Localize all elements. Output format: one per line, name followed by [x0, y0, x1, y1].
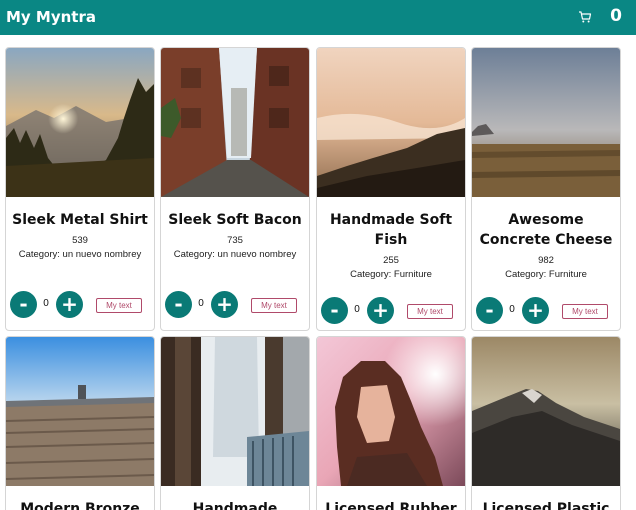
product-price: 982 — [538, 255, 554, 266]
product-grid: Sleek Metal Shirt 539 Category: un nuevo… — [5, 47, 625, 510]
product-category: Category: un nuevo nombrey — [173, 249, 297, 260]
quantity-stepper: - 0 + My text — [8, 291, 154, 321]
quantity-value: 0 — [198, 298, 204, 309]
product-price: 539 — [72, 235, 88, 246]
increment-button[interactable]: + — [522, 297, 549, 324]
my-text-button[interactable]: My text — [562, 304, 608, 319]
product-title[interactable]: Handmade Soft Fish — [321, 210, 461, 250]
product-card[interactable]: Handmade Soft Fish 255 Category: Furnitu… — [316, 47, 466, 331]
quantity-value: 0 — [509, 304, 515, 315]
product-card[interactable]: Awesome Concrete Cheese 982 Category: Fu… — [471, 47, 621, 331]
quantity-stepper: - 0 + My text — [163, 291, 309, 321]
product-card[interactable]: Handmade — [160, 336, 310, 510]
cart-icon[interactable] — [578, 10, 592, 24]
product-title[interactable]: Awesome Concrete Cheese — [476, 210, 616, 250]
product-card[interactable]: Modern Bronze — [5, 336, 155, 510]
product-image[interactable] — [472, 48, 620, 197]
product-price: 735 — [227, 235, 243, 246]
product-title[interactable]: Sleek Soft Bacon — [165, 210, 305, 230]
product-card[interactable]: Licensed Plastic — [471, 336, 621, 510]
product-image[interactable] — [317, 48, 465, 197]
quantity-stepper: - 0 + My text — [474, 297, 620, 327]
product-card[interactable]: Licensed Rubber — [316, 336, 466, 510]
product-title[interactable]: Licensed Rubber — [321, 499, 461, 510]
product-title[interactable]: Modern Bronze — [10, 499, 150, 510]
increment-button[interactable]: + — [211, 291, 238, 318]
increment-button[interactable]: + — [56, 291, 83, 318]
product-category: Category: un nuevo nombrey — [18, 249, 142, 260]
product-image[interactable] — [317, 337, 465, 486]
product-category: Category: Furniture — [350, 269, 432, 280]
increment-button[interactable]: + — [367, 297, 394, 324]
decrement-button[interactable]: - — [321, 297, 348, 324]
quantity-stepper: - 0 + My text — [319, 297, 465, 327]
product-image[interactable] — [161, 337, 309, 486]
decrement-button[interactable]: - — [476, 297, 503, 324]
decrement-button[interactable]: - — [165, 291, 192, 318]
product-price: 255 — [383, 255, 399, 266]
quantity-value: 0 — [43, 298, 49, 309]
product-image[interactable] — [6, 48, 154, 197]
product-title[interactable]: Sleek Metal Shirt — [10, 210, 150, 230]
my-text-button[interactable]: My text — [407, 304, 453, 319]
product-card[interactable]: Sleek Soft Bacon 735 Category: un nuevo … — [160, 47, 310, 331]
product-title[interactable]: Licensed Plastic — [476, 499, 616, 510]
product-image[interactable] — [161, 48, 309, 197]
my-text-button[interactable]: My text — [251, 298, 297, 313]
product-image[interactable] — [472, 337, 620, 486]
cart-count: 0 — [610, 6, 622, 26]
my-text-button[interactable]: My text — [96, 298, 142, 313]
product-category: Category: Furniture — [505, 269, 587, 280]
app-header: My Myntra 0 — [0, 0, 636, 35]
decrement-button[interactable]: - — [10, 291, 37, 318]
product-card[interactable]: Sleek Metal Shirt 539 Category: un nuevo… — [5, 47, 155, 331]
product-image[interactable] — [6, 337, 154, 486]
product-title[interactable]: Handmade — [165, 499, 305, 510]
quantity-value: 0 — [354, 304, 360, 315]
app-title[interactable]: My Myntra — [6, 8, 96, 26]
